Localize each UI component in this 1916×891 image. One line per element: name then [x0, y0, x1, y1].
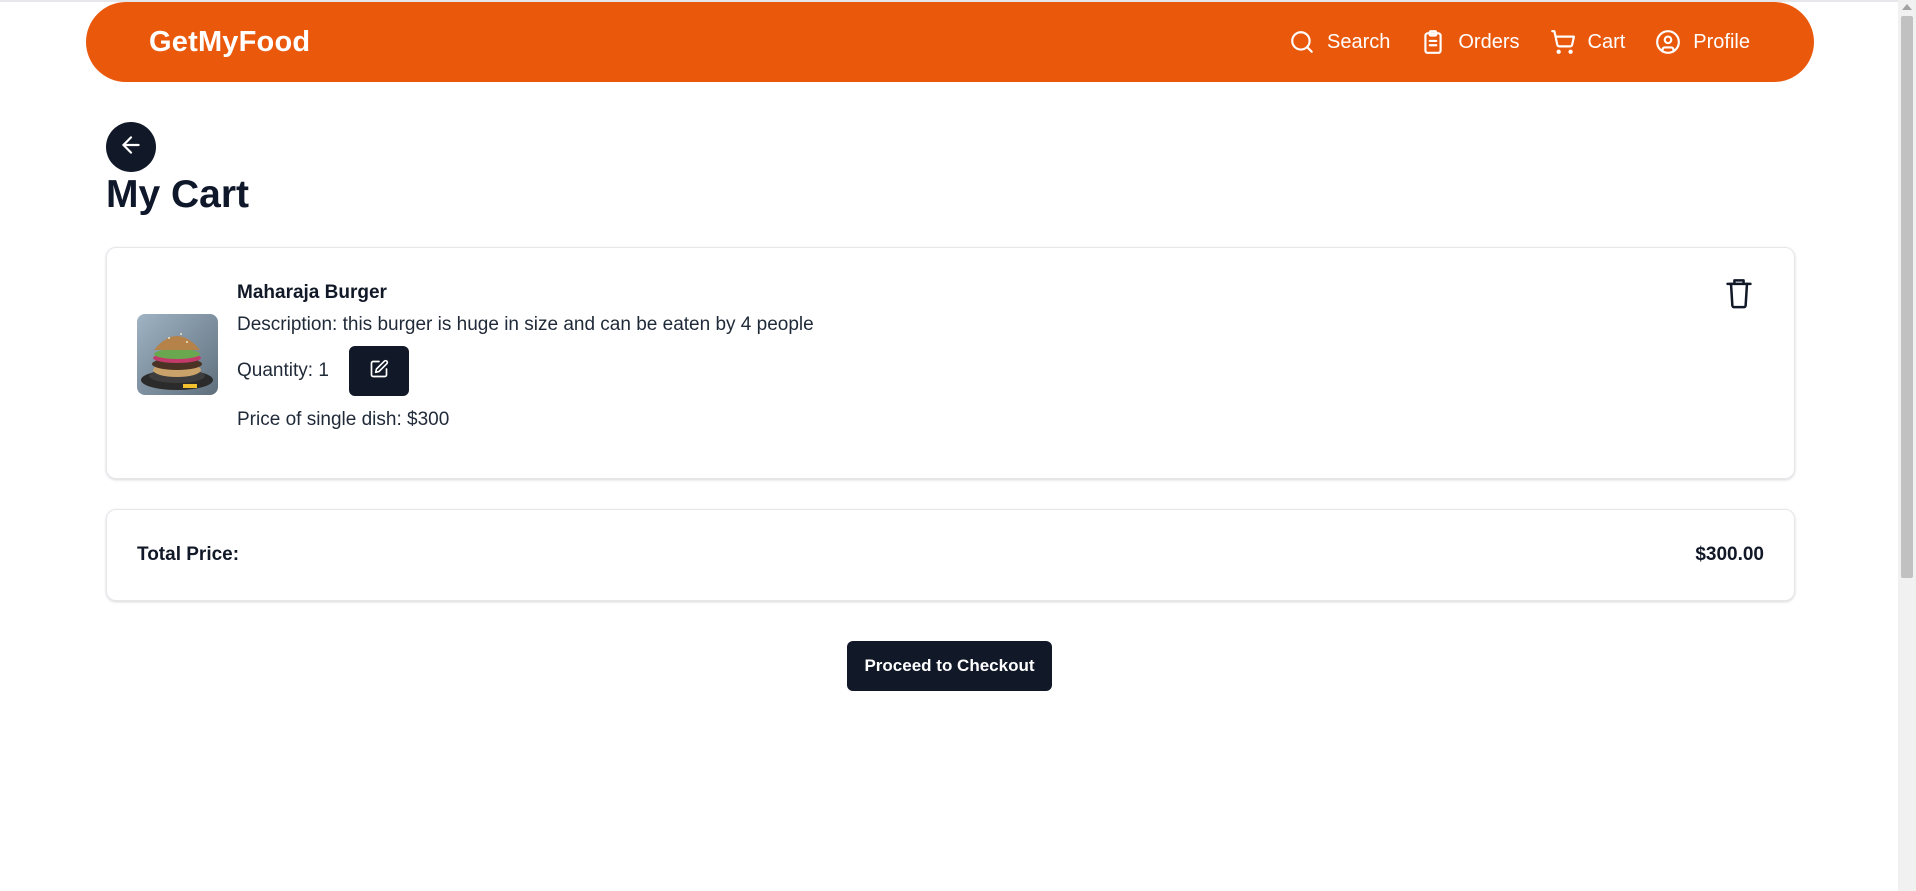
cart-icon: [1550, 29, 1576, 55]
scroll-up-arrow-icon[interactable]: [1898, 0, 1916, 14]
delete-item-button[interactable]: [1724, 278, 1754, 312]
nav-item-search[interactable]: Search: [1289, 29, 1390, 55]
item-price: Price of single dish: $300: [237, 409, 450, 430]
arrow-left-icon: [118, 132, 144, 163]
item-name: Maharaja Burger: [237, 282, 387, 303]
edit-icon: [369, 359, 389, 384]
total-price-value: $300.00: [1695, 544, 1764, 565]
item-quantity: Quantity: 1: [237, 360, 329, 381]
vertical-scrollbar[interactable]: [1898, 0, 1916, 891]
nav-item-cart-label: Cart: [1587, 30, 1626, 53]
page-title: My Cart: [106, 173, 250, 216]
nav-menu: Search Orders Cart Profile: [1289, 29, 1750, 55]
navbar: GetMyFood Search Orders Cart Profile: [86, 2, 1814, 82]
total-price-label: Total Price:: [137, 544, 240, 565]
total-price-card: Total Price: $300.00: [106, 509, 1795, 601]
edit-quantity-button[interactable]: [348, 346, 409, 396]
page-root: GetMyFood Search Orders Cart Profile My …: [0, 0, 1916, 891]
trash-icon: [1725, 277, 1753, 314]
nav-item-profile-label: Profile: [1693, 30, 1750, 53]
scrollbar-thumb[interactable]: [1901, 16, 1913, 578]
cart-item-card: Maharaja Burger Description: this burger…: [106, 247, 1795, 479]
search-icon: [1289, 29, 1315, 55]
clipboard-icon: [1420, 29, 1446, 55]
nav-item-orders-label: Orders: [1458, 30, 1520, 53]
nav-item-profile[interactable]: Profile: [1655, 29, 1750, 55]
nav-item-cart[interactable]: Cart: [1550, 29, 1626, 55]
cart-item-info: Maharaja Burger Description: this burger…: [237, 282, 814, 431]
brand-logo[interactable]: GetMyFood: [149, 26, 310, 59]
user-circle-icon: [1655, 29, 1681, 55]
back-button[interactable]: [106, 122, 156, 172]
proceed-to-checkout-button[interactable]: Proceed to Checkout: [847, 641, 1052, 691]
item-description: Description: this burger is huge in size…: [237, 314, 814, 335]
nav-item-search-label: Search: [1327, 30, 1391, 53]
food-image: [137, 314, 218, 395]
quantity-row: Quantity: 1: [237, 346, 814, 396]
nav-item-orders[interactable]: Orders: [1420, 29, 1520, 55]
